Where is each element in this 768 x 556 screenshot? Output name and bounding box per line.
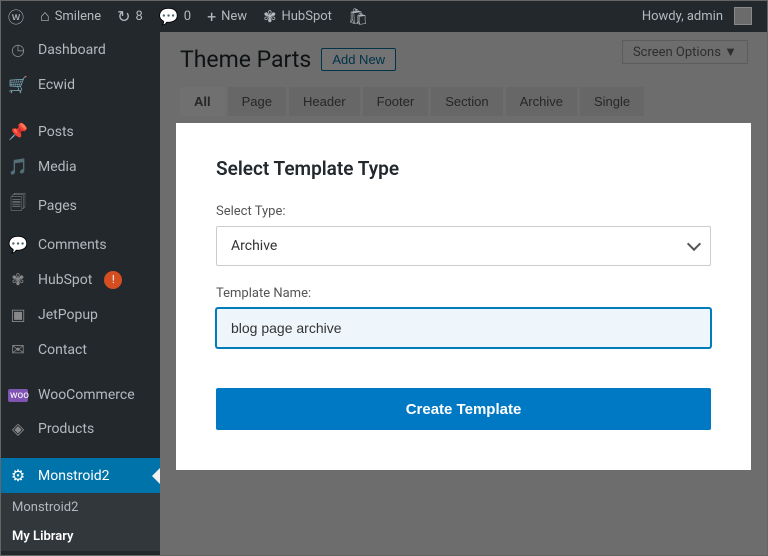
hubspot-label: HubSpot [281, 9, 331, 24]
plus-icon: + [207, 7, 216, 26]
comment-icon: 💬 [8, 235, 28, 254]
wp-logo[interactable]: ⓦ [0, 0, 32, 32]
pin-icon: 📌 [8, 122, 28, 141]
sidebar-item-hubspot[interactable]: ✾ HubSpot! [0, 262, 160, 297]
sidebar-item-media[interactable]: 🎵 Media [0, 149, 160, 184]
select-type-dropdown[interactable]: Archive [216, 226, 711, 266]
sidebar-item-label: Dashboard [38, 42, 106, 58]
template-name-label: Template Name: [216, 286, 711, 301]
sidebar-item-woocommerce[interactable]: woo WooCommerce [0, 379, 160, 411]
sidebar-item-products[interactable]: ◈ Products [0, 411, 160, 446]
mail-icon: ✉ [8, 340, 28, 359]
submenu-item-my-library[interactable]: My Library [0, 522, 160, 551]
new-link[interactable]: + New [199, 0, 255, 32]
sidebar-item-label: JetPopup [38, 307, 98, 323]
modal-title: Select Template Type [216, 157, 711, 180]
woo-icon: woo [8, 389, 28, 402]
submenu-item-monstroid2[interactable]: Monstroid2 [0, 493, 160, 522]
sidebar-item-label: Media [38, 159, 77, 175]
home-icon: ⌂ [40, 6, 50, 26]
sidebar-item-label: Contact [38, 342, 87, 358]
sidebar-item-contact[interactable]: ✉ Contact [0, 332, 160, 367]
account-link[interactable]: Howdy, admin [634, 0, 760, 32]
template-modal: Select Template Type Select Type: Archiv… [176, 123, 751, 470]
notification-badge: ! [104, 271, 122, 289]
hubspot-link[interactable]: ✾ HubSpot [255, 0, 340, 32]
sidebar-item-label: Pages [38, 198, 77, 214]
sidebar-item-jetpopup[interactable]: ▣ JetPopup [0, 297, 160, 332]
site-name: Smilene [55, 9, 101, 24]
avatar [734, 7, 752, 25]
updates-link[interactable]: ↻8 [109, 0, 151, 32]
sidebar-item-dashboard[interactable]: ◷ Dashboard [0, 32, 160, 67]
bag-icon: 🛍 [348, 7, 368, 26]
comments-link[interactable]: 💬0 [151, 0, 199, 32]
select-value: Archive [231, 238, 277, 254]
sidebar-item-label: Monstroid2 [38, 468, 110, 484]
refresh-icon: ↻ [117, 7, 130, 26]
comments-count: 0 [184, 9, 191, 24]
sidebar-item-pages[interactable]: 🗐 Pages [0, 184, 160, 227]
hubspot-icon: ✾ [263, 7, 276, 26]
site-link[interactable]: ⌂ Smilene [32, 0, 109, 32]
sidebar-item-label: Ecwid [38, 77, 75, 93]
hubspot-icon: ✾ [8, 270, 28, 289]
new-label: New [221, 9, 247, 24]
sidebar-item-monstroid2[interactable]: ⚙ Monstroid2 [0, 458, 160, 493]
gear-icon: ⚙ [8, 466, 28, 485]
greeting: Howdy, admin [642, 9, 723, 24]
product-icon: ◈ [8, 419, 28, 438]
sidebar-item-label: Comments [38, 237, 107, 253]
dashboard-icon: ◷ [8, 40, 28, 59]
sidebar-item-posts[interactable]: 📌 Posts [0, 114, 160, 149]
sidebar-item-label: Products [38, 421, 94, 437]
cart-icon: 🛒 [8, 75, 28, 94]
sidebar-item-label: HubSpot [38, 272, 92, 288]
updates-count: 8 [136, 9, 143, 24]
admin-bar: ⓦ ⌂Smilene ↻8 💬0 +New ✾HubSpot 🛍 Howdy, … [0, 0, 768, 32]
sidebar-item-label: WooCommerce [38, 387, 135, 403]
media-icon: 🎵 [8, 157, 28, 176]
create-template-button[interactable]: Create Template [216, 388, 711, 430]
ecwid-bar-link[interactable]: 🛍 [340, 0, 376, 32]
select-type-label: Select Type: [216, 204, 711, 219]
wordpress-icon: ⓦ [8, 4, 24, 28]
submenu: Monstroid2 My Library [0, 493, 160, 551]
popup-icon: ▣ [8, 305, 28, 324]
sidebar-item-ecwid[interactable]: 🛒 Ecwid [0, 67, 160, 102]
sidebar-item-comments[interactable]: 💬 Comments [0, 227, 160, 262]
admin-sidebar: ◷ Dashboard 🛒 Ecwid 📌 Posts 🎵 Media 🗐 Pages 💬… [0, 32, 160, 556]
sidebar-item-label: Posts [38, 124, 74, 140]
template-name-input[interactable] [216, 308, 711, 348]
page-icon: 🗐 [8, 192, 28, 219]
comment-icon: 💬 [159, 7, 179, 26]
